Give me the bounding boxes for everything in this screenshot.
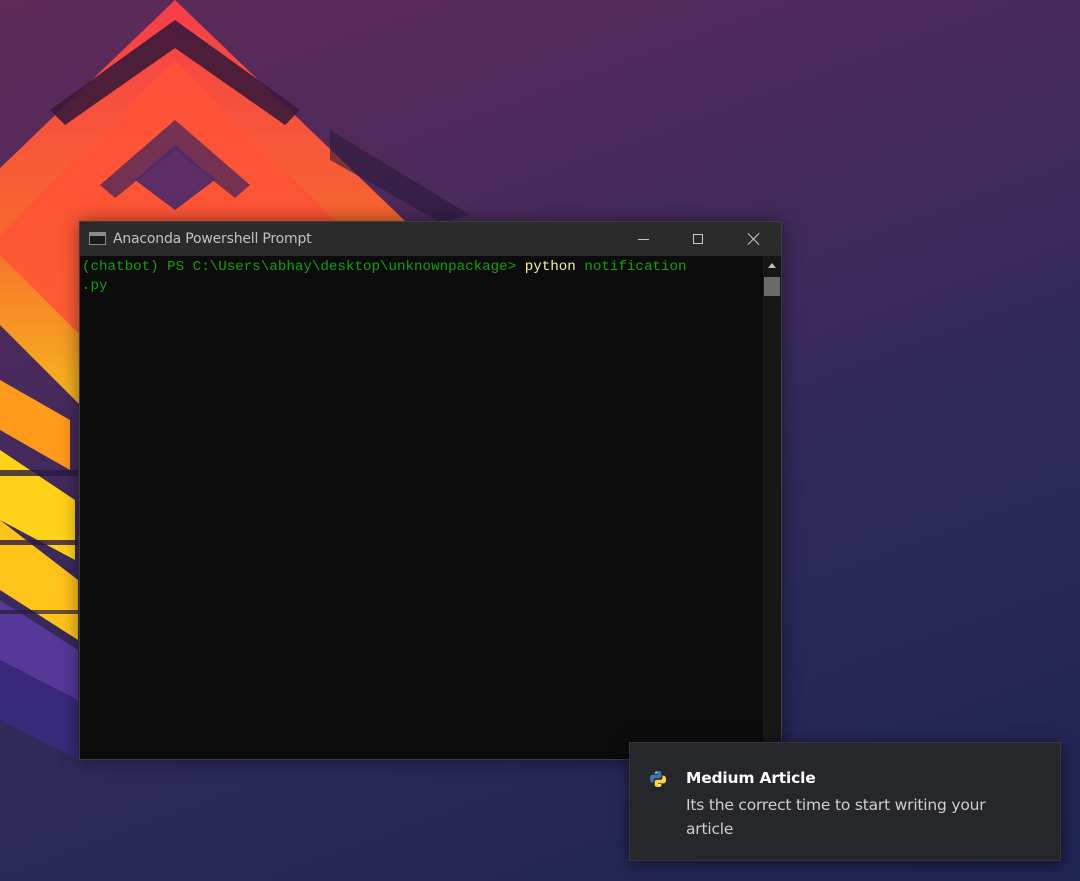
close-icon (747, 232, 761, 246)
toast-notification[interactable]: Medium Article Its the correct time to s… (629, 742, 1061, 861)
argument-text-wrap: .py (82, 278, 108, 294)
chevron-up-icon (768, 262, 776, 268)
maximize-icon (693, 234, 703, 244)
scroll-thumb[interactable] (764, 277, 780, 296)
notification-title: Medium Article (686, 769, 816, 787)
minimize-icon (637, 238, 649, 240)
minimize-button[interactable] (620, 222, 666, 256)
maximize-button[interactable] (675, 222, 721, 256)
window-titlebar[interactable]: Anaconda Powershell Prompt (80, 222, 781, 256)
close-button[interactable] (731, 222, 777, 256)
python-icon (650, 771, 666, 787)
scroll-up-button[interactable] (763, 256, 781, 274)
command-text: python (524, 259, 576, 275)
console-output[interactable]: (chatbot) PS C:\Users\abhay\desktop\unkn… (80, 256, 763, 759)
powershell-window[interactable]: Anaconda Powershell Prompt (chatbot) PS … (79, 221, 782, 760)
command-line-wrap: .py (82, 277, 763, 296)
argument-text: notification (575, 259, 687, 275)
vertical-scrollbar[interactable] (763, 256, 781, 759)
console-window-icon (89, 232, 106, 245)
notification-body: Its the correct time to start writing yo… (686, 796, 986, 838)
command-line: (chatbot) PS C:\Users\abhay\desktop\unkn… (82, 258, 763, 277)
window-title: Anaconda Powershell Prompt (113, 231, 312, 247)
prompt-text: (chatbot) PS C:\Users\abhay\desktop\unkn… (82, 259, 525, 275)
